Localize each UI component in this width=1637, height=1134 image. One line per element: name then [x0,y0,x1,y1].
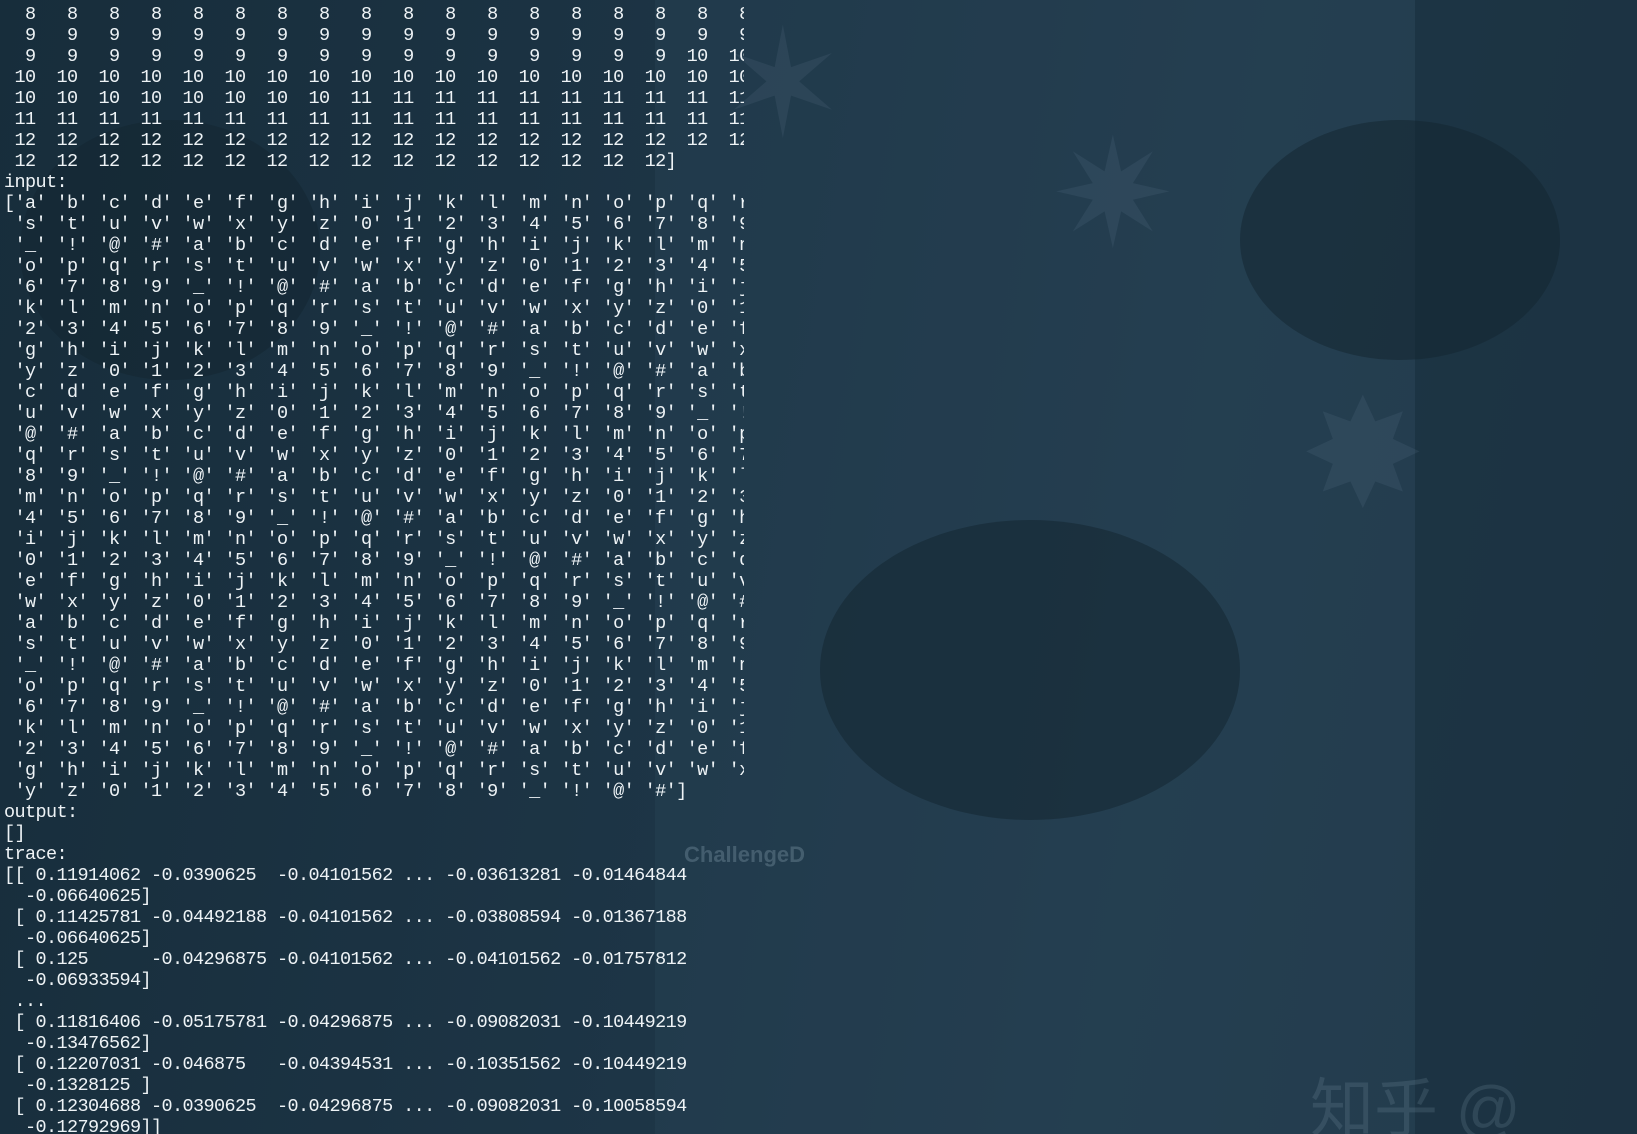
terminal-line: '6' '7' '8' '9' '_' '!' '@' '#' 'a' 'b' … [4,277,745,298]
terminal-line: -0.12792969]] [4,1117,162,1134]
terminal-line: 'k' 'l' 'm' 'n' 'o' 'p' 'q' 'r' 's' 't' … [4,298,745,319]
terminal-line: [ 0.11425781 -0.04492188 -0.04101562 ...… [4,907,688,928]
terminal-line: 'u' 'v' 'w' 'x' 'y' 'z' '0' '1' '2' '3' … [4,403,745,424]
terminal-line: 12 12 12 12 12 12 12 12 12 12 12 12 12 1… [14,130,745,151]
terminal-line: trace: [4,844,68,865]
terminal-line: [] [4,823,26,844]
terminal-line: 'y' 'z' '0' '1' '2' '3' '4' '5' '6' '7' … [4,781,688,802]
terminal-line: 'g' 'h' 'i' 'j' 'k' 'l' 'm' 'n' 'o' 'p' … [4,760,745,781]
terminal-line: [[ 0.11914062 -0.0390625 -0.04101562 ...… [4,865,687,886]
terminal-line: 11 11 11 11 11 11 11 11 11 11 11 11 11 1… [14,109,745,130]
terminal-line: ... [4,991,47,1012]
terminal-line: '2' '3' '4' '5' '6' '7' '8' '9' '_' '!' … [4,319,745,340]
terminal-line: 8 8 8 8 8 8 8 8 8 8 8 8 8 8 8 8 8 8 8 8 … [25,4,744,25]
wallpaper-calligraphy: ✷ [1050,108,1176,282]
terminal-line: '@' '#' 'a' 'b' 'c' 'd' 'e' 'f' 'g' 'h' … [4,424,745,445]
terminal-line: output: [4,802,78,823]
terminal-line: [ 0.125 -0.04296875 -0.04101562 ... -0.0… [4,949,688,970]
terminal-line: -0.13476562] [4,1033,152,1054]
terminal-line: 's' 't' 'u' 'v' 'w' 'x' 'y' 'z' '0' '1' … [4,634,745,655]
terminal-line: 'g' 'h' 'i' 'j' 'k' 'l' 'm' 'n' 'o' 'p' … [4,340,745,361]
terminal-line: 'q' 'r' 's' 't' 'u' 'v' 'w' 'x' 'y' 'z' … [4,445,745,466]
terminal-line: -0.1328125 ] [4,1075,152,1096]
terminal-line: '0' '1' '2' '3' '4' '5' '6' '7' '8' '9' … [4,550,745,571]
terminal-line: '4' '5' '6' '7' '8' '9' '_' '!' '@' '#' … [4,508,745,529]
terminal-line: 'i' 'j' 'k' 'l' 'm' 'n' 'o' 'p' 'q' 'r' … [4,529,745,550]
terminal-line: 'e' 'f' 'g' 'h' 'i' 'j' 'k' 'l' 'm' 'n' … [4,571,745,592]
terminal-line: ['a' 'b' 'c' 'd' 'e' 'f' 'g' 'h' 'i' 'j'… [4,193,744,214]
terminal-line: 's' 't' 'u' 'v' 'w' 'x' 'y' 'z' '0' '1' … [4,214,745,235]
desktop-screen: ✶ ✷ ✸ ChallengeD 知乎 @ 8 8 8 8 8 8 8 8 8 … [0,0,1637,1134]
terminal-line: '8' '9' '_' '!' '@' '#' 'a' 'b' 'c' 'd' … [4,466,745,487]
terminal-line: -0.06933594] [4,970,152,991]
terminal-line: 'w' 'x' 'y' 'z' '0' '1' '2' '3' '4' '5' … [4,592,745,613]
terminal-line: -0.06640625] [4,928,152,949]
terminal-line: [ 0.11816406 -0.05175781 -0.04296875 ...… [4,1012,688,1033]
terminal-line: -0.06640625] [4,886,152,907]
terminal-line: '2' '3' '4' '5' '6' '7' '8' '9' '_' '!' … [4,739,745,760]
terminal-line: '_' '!' '@' '#' 'a' 'b' 'c' 'd' 'e' 'f' … [4,655,745,676]
terminal-line: [ 0.12304688 -0.0390625 -0.04296875 ... … [4,1096,688,1117]
terminal-line: 'o' 'p' 'q' 'r' 's' 't' 'u' 'v' 'w' 'x' … [4,676,745,697]
terminal-line: 9 9 9 9 9 9 9 9 9 9 9 9 9 9 9 9 10 10 10… [25,46,744,67]
wallpaper-calligraphy: ✸ [1300,368,1426,542]
wallpaper-shape [1240,120,1560,360]
terminal-line: 'a' 'b' 'c' 'd' 'e' 'f' 'g' 'h' 'i' 'j' … [4,613,745,634]
terminal-line: 'm' 'n' 'o' 'p' 'q' 'r' 's' 't' 'u' 'v' … [4,487,745,508]
terminal-line: 'o' 'p' 'q' 'r' 's' 't' 'u' 'v' 'w' 'x' … [4,256,745,277]
wallpaper-shape [820,520,1240,820]
terminal-line: 10 10 10 10 10 10 10 10 11 11 11 11 11 1… [14,88,745,109]
terminal-line: '_' '!' '@' '#' 'a' 'b' 'c' 'd' 'e' 'f' … [4,235,745,256]
terminal-line: '6' '7' '8' '9' '_' '!' '@' '#' 'a' 'b' … [4,697,745,718]
terminal-output[interactable]: 8 8 8 8 8 8 8 8 8 8 8 8 8 8 8 8 8 8 8 8 … [4,4,744,1134]
terminal-line: input: [4,172,68,193]
terminal-line: 'k' 'l' 'm' 'n' 'o' 'p' 'q' 'r' 's' 't' … [4,718,745,739]
wallpaper-watermark: 知乎 @ [1310,1073,1521,1134]
terminal-line: 10 10 10 10 10 10 10 10 10 10 10 10 10 1… [14,67,745,88]
terminal-line: [ 0.12207031 -0.046875 -0.04394531 ... -… [4,1054,688,1075]
terminal-line: 'y' 'z' '0' '1' '2' '3' '4' '5' '6' '7' … [4,361,745,382]
terminal-line: 9 9 9 9 9 9 9 9 9 9 9 9 9 9 9 9 9 9 9 9 … [25,25,744,46]
terminal-line: 'c' 'd' 'e' 'f' 'g' 'h' 'i' 'j' 'k' 'l' … [4,382,745,403]
terminal-line: 12 12 12 12 12 12 12 12 12 12 12 12 12 1… [4,151,677,172]
